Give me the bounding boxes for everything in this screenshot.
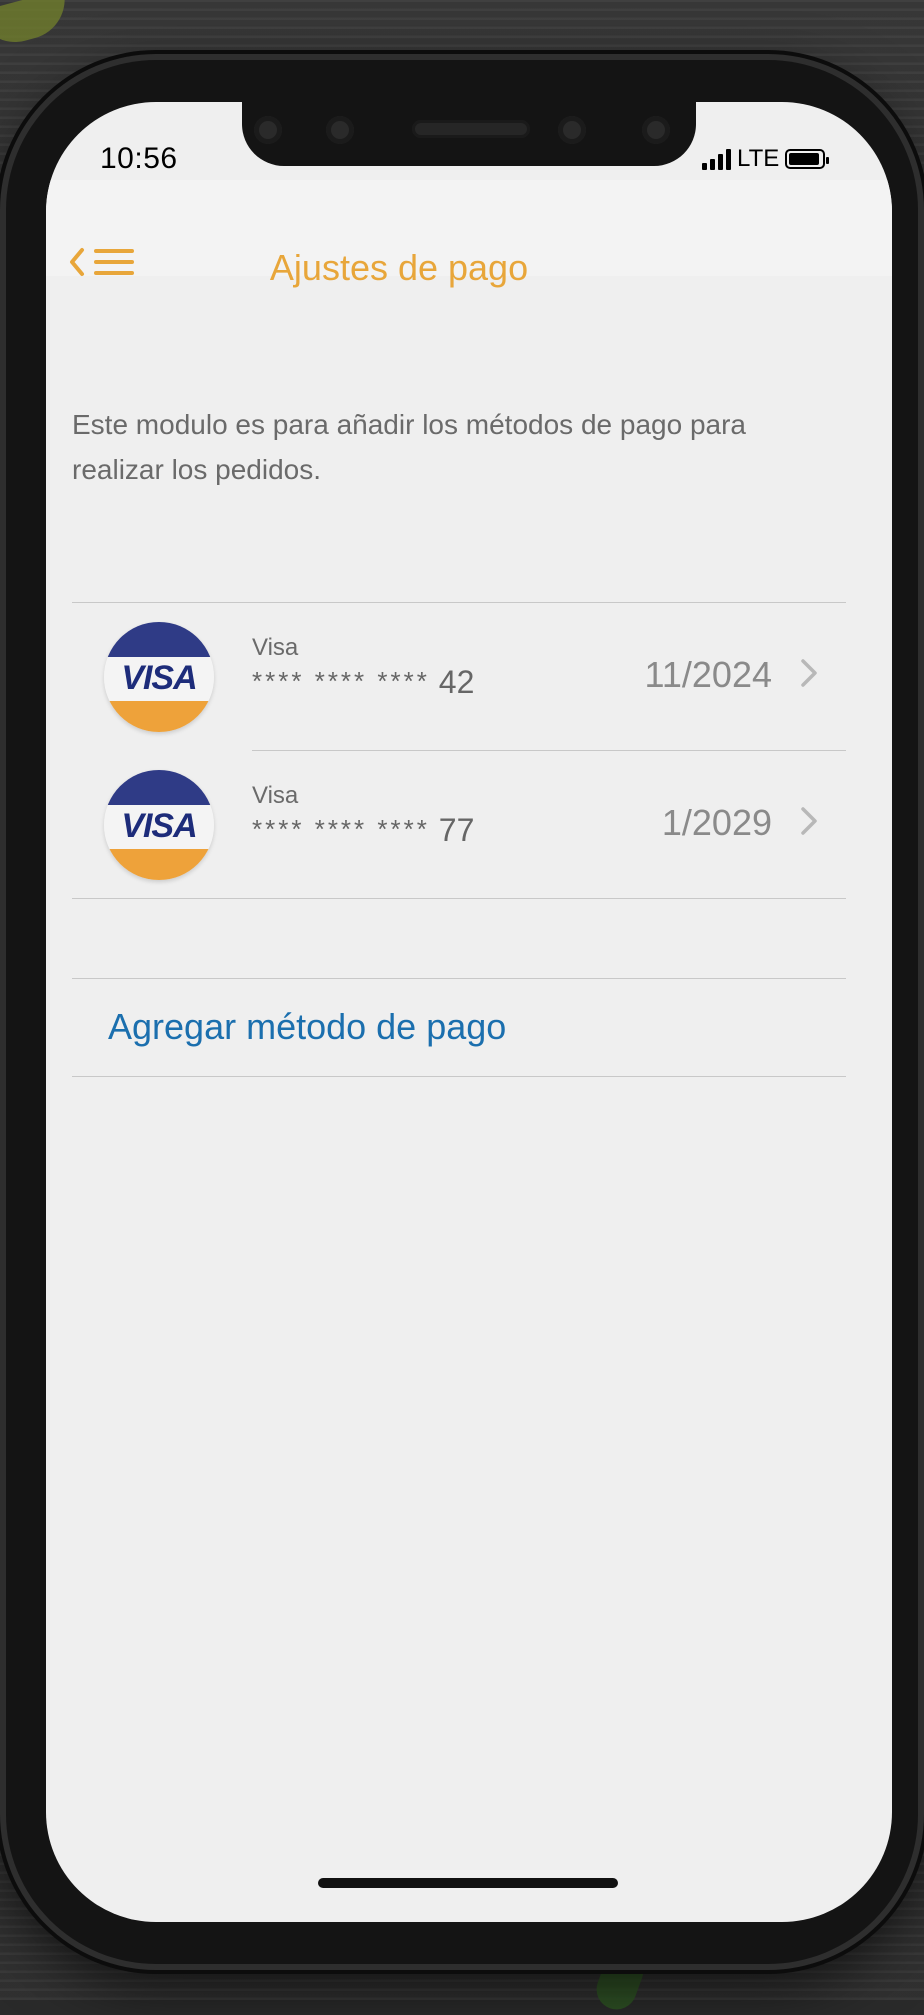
- visa-logo-icon: VISA: [104, 622, 214, 732]
- add-payment-method-label: Agregar método de pago: [108, 1006, 507, 1047]
- battery-icon: [785, 149, 830, 169]
- visa-logo-icon: VISA: [104, 770, 214, 880]
- visa-logo-text: VISA: [121, 659, 197, 697]
- card-last-digits: 77: [438, 812, 475, 848]
- signal-icon: [702, 148, 731, 170]
- page-title: Ajustes de pago: [269, 247, 529, 288]
- home-indicator[interactable]: [318, 1878, 618, 1888]
- card-brand: Visa: [252, 782, 299, 809]
- chevron-right-icon: [800, 658, 818, 697]
- page-description: Este modulo es para añadir los métodos d…: [72, 409, 746, 485]
- earpiece-speaker: [412, 120, 530, 138]
- card-brand: Visa: [252, 634, 299, 661]
- payment-card-row[interactable]: VISA Visa **** **** **** 77 1/2029: [46, 752, 892, 900]
- add-payment-method-button[interactable]: Agregar método de pago: [46, 978, 892, 1076]
- status-indicators: LTE: [702, 145, 830, 172]
- camera-notch: [242, 102, 696, 166]
- visa-logo-text: VISA: [121, 807, 197, 845]
- app-screen: 10:56 LTE Ajustes de pago Este modulo es…: [46, 102, 892, 1922]
- card-expiry: 11/2024: [644, 654, 772, 695]
- card-number: **** **** **** 77: [252, 812, 474, 849]
- list-divider: [72, 602, 846, 603]
- list-divider: [72, 1076, 846, 1077]
- card-last-digits: 42: [438, 664, 475, 700]
- chevron-right-icon: [800, 806, 818, 845]
- status-time: 10:56: [100, 142, 178, 175]
- card-mask: **** **** ****: [252, 814, 430, 844]
- card-number: **** **** **** 42: [252, 664, 474, 701]
- card-mask: **** **** ****: [252, 666, 430, 696]
- sensor-icon: [326, 116, 354, 144]
- card-expiry: 1/2029: [661, 802, 772, 843]
- phone-frame: 10:56 LTE Ajustes de pago Este modulo es…: [6, 60, 918, 1964]
- sensor-icon: [254, 116, 282, 144]
- payment-card-row[interactable]: VISA Visa **** **** **** 42 11/2024: [46, 604, 892, 752]
- list-divider: [252, 750, 846, 751]
- front-camera-icon: [642, 116, 670, 144]
- sensor-icon: [558, 116, 586, 144]
- network-type: LTE: [737, 145, 780, 172]
- list-divider: [72, 898, 846, 899]
